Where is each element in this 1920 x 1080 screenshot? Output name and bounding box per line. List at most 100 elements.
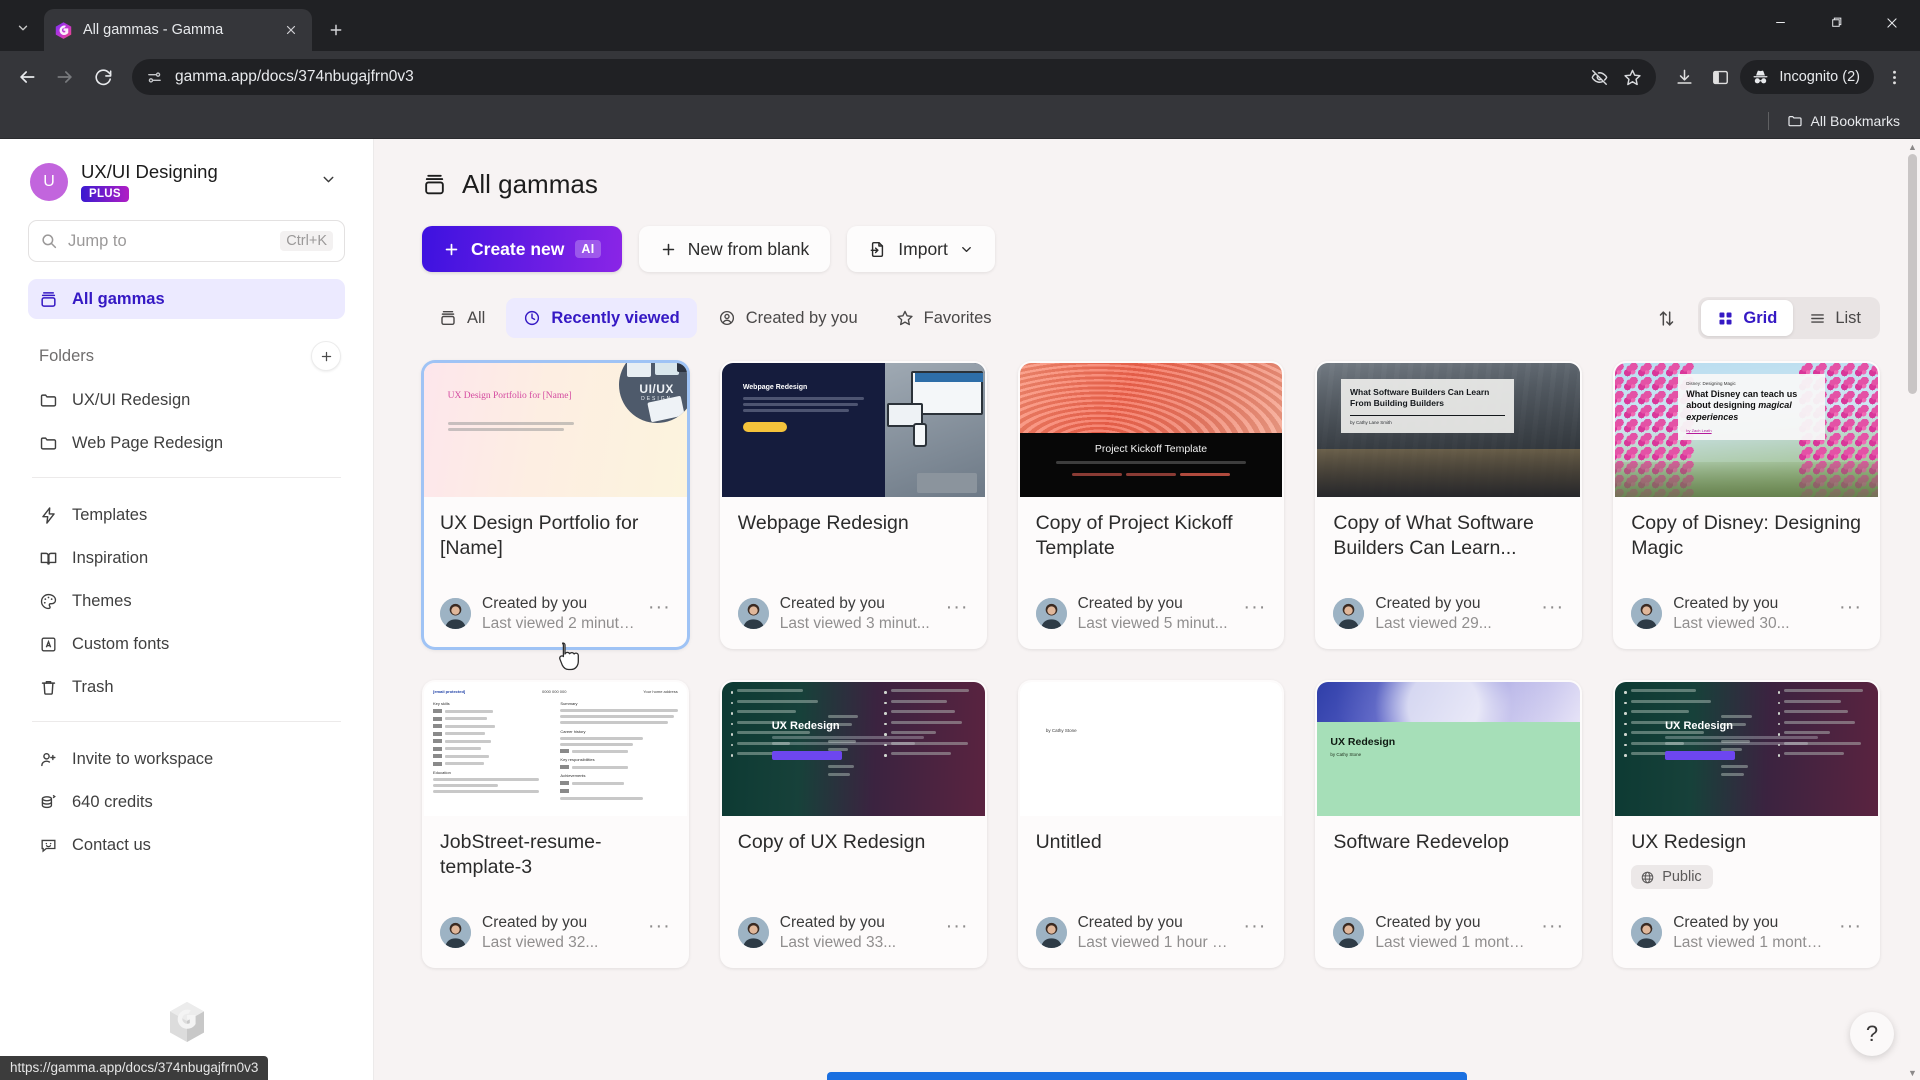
page-settings-icon[interactable] (146, 69, 163, 86)
help-button[interactable]: ? (1850, 1012, 1894, 1056)
card-more-icon[interactable]: ··· (648, 594, 671, 619)
sidebar-item-label: Invite to workspace (72, 749, 214, 768)
card-creator: Created by you (1375, 914, 1481, 932)
import-button[interactable]: Import (847, 226, 995, 272)
chevron-down-icon[interactable] (314, 165, 343, 199)
add-folder-button[interactable] (311, 341, 341, 372)
minimize-icon[interactable] (1752, 0, 1808, 45)
side-panel-icon[interactable] (1704, 61, 1736, 93)
create-new-button[interactable]: Create new AI (422, 226, 622, 272)
back-arrow-icon[interactable] (10, 60, 44, 94)
thumb-heading: Webpage Redesign (742, 384, 808, 392)
card-footer: Created by you Last viewed 30... ··· (1615, 594, 1878, 647)
card-footer: Created by you Last viewed 33... ··· (722, 913, 985, 966)
card-creator: Created by you (482, 914, 588, 932)
sidebar-folder-ux-ui-redesign[interactable]: UX/UI Redesign (28, 380, 345, 420)
card-more-icon[interactable]: ··· (946, 913, 969, 938)
view-mode-list[interactable]: List (1793, 300, 1877, 336)
tab-favorites[interactable]: Favorites (879, 298, 1009, 338)
window-close-icon[interactable] (1864, 0, 1920, 45)
all-bookmarks-button[interactable]: All Bookmarks (1779, 109, 1908, 133)
sidebar-divider-2 (32, 721, 341, 723)
new-from-blank-button[interactable]: New from blank (638, 226, 831, 272)
scroll-down-arrow-icon[interactable]: ▼ (1905, 1065, 1920, 1080)
card-last-viewed: Last viewed 1 hour ago (1077, 933, 1233, 951)
tab-search-icon[interactable] (6, 11, 40, 45)
tab-label: Recently viewed (551, 308, 680, 327)
gamma-card[interactable]: Disney: Designing Magic What Disney can … (1613, 361, 1880, 649)
card-title: JobStreet-resume-template-3 (440, 831, 602, 879)
three-dots-vertical-icon[interactable] (1878, 61, 1910, 93)
sort-arrows-icon[interactable] (1648, 300, 1684, 336)
sidebar-item-label: Templates (72, 505, 148, 524)
avatar (1333, 917, 1365, 949)
sidebar-item-invite-to-workspace[interactable]: Invite to workspace (28, 739, 345, 779)
thumb-kicker: Disney: Designing Magic (1686, 380, 1736, 386)
close-icon[interactable] (280, 19, 302, 41)
card-more-icon[interactable]: ··· (1839, 913, 1862, 938)
browser-tab[interactable]: All gammas - Gamma (44, 9, 312, 51)
card-footer: Created by you Last viewed 1 month... ··… (1317, 913, 1580, 966)
address-bar[interactable]: gamma.app/docs/374nbugajfrn0v3 (132, 59, 1657, 95)
tab-created-by-you[interactable]: Created by you (701, 298, 875, 338)
incognito-profile-button[interactable]: Incognito (2) (1740, 60, 1874, 94)
tab-strip: All gammas - Gamma (0, 0, 1920, 51)
forward-arrow-icon[interactable] (48, 60, 82, 94)
gamma-card[interactable]: UX Design Portfolio for [Name] UI/UX DES… (422, 361, 689, 649)
gamma-card[interactable]: UX Redesign by Cathy Stone Software Rede… (1315, 680, 1583, 968)
card-more-icon[interactable]: ··· (648, 913, 671, 938)
sidebar-item-contact-us[interactable]: Contact us (28, 825, 345, 865)
bottom-accent-strip (827, 1072, 1467, 1080)
card-more-icon[interactable]: ··· (1243, 913, 1266, 938)
maximize-icon[interactable] (1808, 0, 1864, 45)
new-tab-button[interactable] (320, 14, 352, 46)
browser-toolbar: gamma.app/docs/374nbugajfrn0v3 Incognito… (0, 51, 1920, 103)
app-sidebar: U UX/UI Designing PLUS Jump to Ctrl+K Al… (0, 139, 374, 1080)
tab-label: Favorites (923, 308, 992, 327)
eye-off-icon[interactable] (1590, 68, 1609, 87)
search-input[interactable]: Jump to Ctrl+K (28, 220, 345, 263)
sidebar-item-inspiration[interactable]: Inspiration (28, 538, 345, 578)
gamma-card[interactable]: Webpage Redesign Webpage Redesign Create… (719, 361, 987, 649)
card-more-icon[interactable]: ··· (946, 594, 969, 619)
page-scrollbar[interactable]: ▲ ▼ (1905, 139, 1920, 1080)
sidebar-footer-nav: Invite to workspace 640 credits Contact … (28, 736, 345, 865)
card-more-icon[interactable]: ··· (1541, 913, 1564, 938)
gamma-card[interactable]: [email protected] 0000 000 000 Your home a… (422, 680, 689, 968)
sidebar-item-themes[interactable]: Themes (28, 581, 345, 621)
star-icon[interactable] (1623, 68, 1642, 87)
scroll-up-arrow-icon[interactable]: ▲ (1905, 139, 1920, 154)
reload-icon[interactable] (86, 60, 120, 94)
folders-section-header: Folders (28, 341, 345, 372)
scrollbar-thumb[interactable] (1908, 154, 1917, 394)
sidebar-item-custom-fonts[interactable]: Custom fonts (28, 624, 345, 664)
sidebar-folder-label: UX/UI Redesign (72, 390, 191, 409)
card-more-icon[interactable]: ··· (1541, 594, 1564, 619)
gamma-card[interactable]: Project Kickoff Template Copy of Project… (1017, 361, 1285, 649)
gamma-card[interactable]: by Cathy Stone Untitled Created by you L… (1017, 680, 1285, 968)
sidebar-item-credits[interactable]: 640 credits (28, 782, 345, 822)
workspace-switcher[interactable]: U UX/UI Designing PLUS (28, 157, 345, 203)
download-icon[interactable] (1668, 61, 1700, 93)
view-mode-grid[interactable]: Grid (1701, 300, 1794, 336)
sidebar-item-all-gammas[interactable]: All gammas (28, 279, 345, 320)
avatar (737, 917, 769, 949)
card-title: Copy of What Software Builders Can Learn… (1333, 512, 1534, 560)
gamma-card[interactable]: UX Redesign Copy of UX Redesign Created … (719, 680, 987, 968)
tab-recently-viewed[interactable]: Recently viewed (506, 298, 697, 338)
card-more-icon[interactable]: ··· (1839, 594, 1862, 619)
gamma-card[interactable]: UX Redesign UX Redesign Public Created b… (1613, 680, 1880, 968)
globe-icon (1640, 870, 1655, 885)
sidebar-folder-web-page-redesign[interactable]: Web Page Redesign (28, 423, 345, 463)
card-more-icon[interactable]: ··· (1243, 594, 1266, 619)
thumb-left-label: Key skills (433, 701, 450, 706)
sidebar-item-label: Inspiration (72, 548, 149, 567)
sidebar-item-trash[interactable]: Trash (28, 667, 345, 707)
plus-icon (443, 241, 460, 258)
sidebar-item-templates[interactable]: Templates (28, 495, 345, 535)
card-thumbnail: UX Redesign (1615, 682, 1878, 816)
tab-all[interactable]: All (422, 298, 502, 338)
sidebar-item-label: Custom fonts (72, 634, 170, 653)
gamma-card[interactable]: What Software Builders Can Learn From Bu… (1315, 361, 1583, 649)
search-shortcut: Ctrl+K (280, 231, 333, 252)
